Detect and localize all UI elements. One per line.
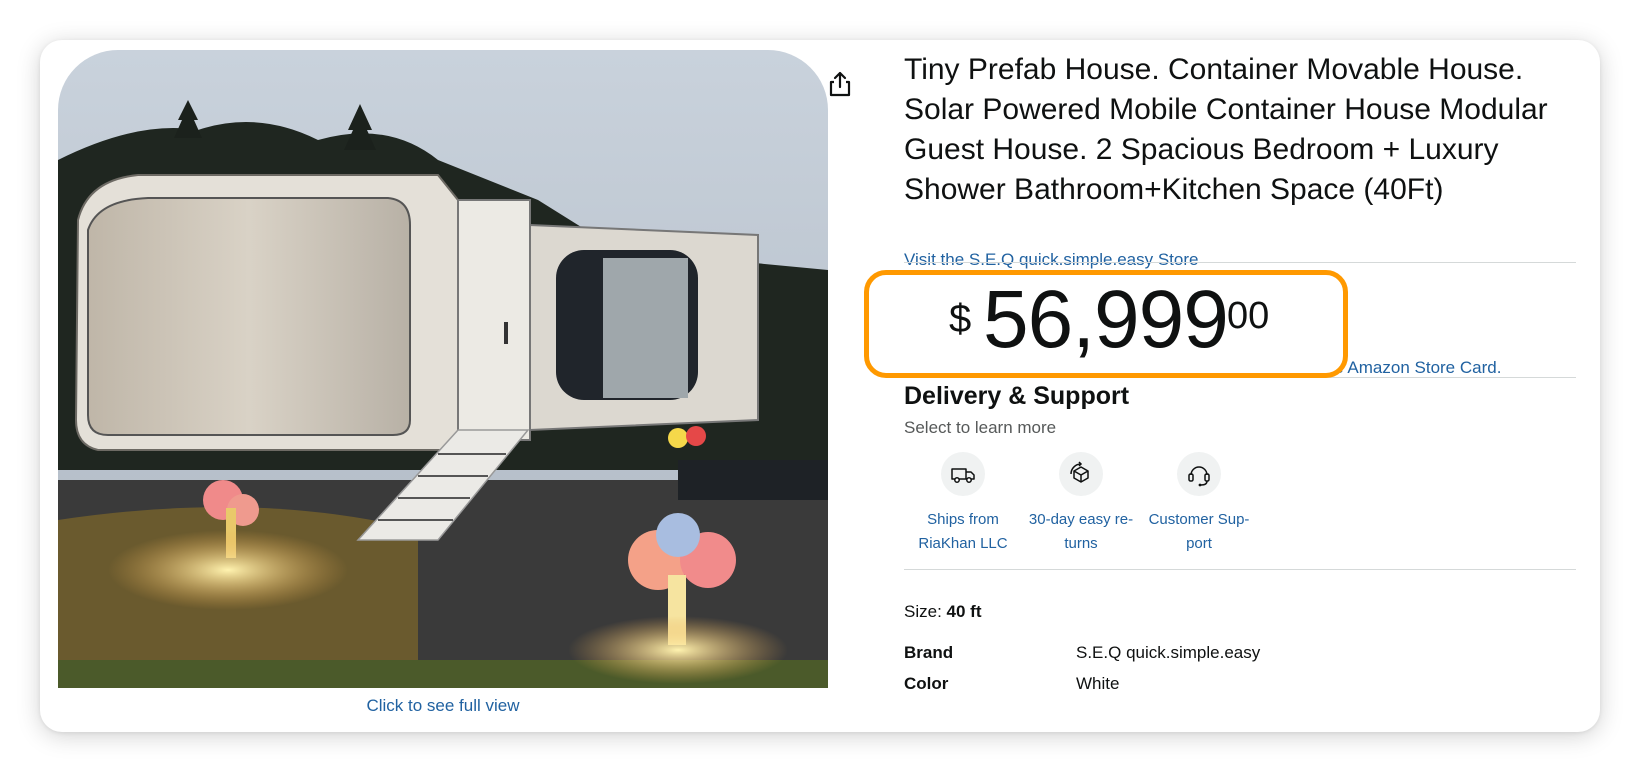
price-symbol: $ — [949, 297, 972, 341]
spec-value-brand: S.E.Q quick.simple.easy — [1076, 643, 1261, 662]
feature-label: Ships from RiaKhan LLC — [918, 511, 1008, 552]
size-selector: Size: 40 ft — [904, 602, 982, 622]
headset-icon — [1177, 452, 1221, 496]
feature-label: 30-day easy re- turns — [1028, 511, 1134, 552]
store-link[interactable]: Visit the S.E.Q quick.simple.easy Store — [904, 250, 1198, 270]
spec-key-brand: Brand — [904, 643, 954, 662]
price-highlight: $ 56,999 00 — [864, 270, 1348, 378]
feature-customer-support[interactable]: Customer Sup- port — [1140, 452, 1258, 556]
divider — [904, 262, 1576, 263]
return-box-icon — [1059, 452, 1103, 496]
product-card: Click to see full view Tiny Prefab House… — [40, 40, 1600, 732]
size-label: Size: — [904, 602, 942, 621]
feature-returns[interactable]: 30-day easy re- turns — [1022, 452, 1140, 556]
feature-label: Customer Sup- port — [1148, 511, 1250, 552]
product-image[interactable] — [58, 50, 828, 688]
share-icon[interactable] — [826, 70, 854, 98]
spec-value-color: White — [1076, 674, 1120, 693]
spec-key-color: Color — [904, 674, 949, 693]
full-view-link[interactable]: Click to see full view — [58, 696, 828, 716]
price-whole: 56,999 — [983, 274, 1229, 365]
delivery-heading: Delivery & Support — [904, 382, 1130, 410]
truck-icon — [941, 452, 985, 496]
feature-ships-from[interactable]: Ships from RiaKhan LLC — [904, 452, 1022, 556]
price-fraction: 00 — [1227, 295, 1270, 337]
delivery-subtitle: Select to learn more — [904, 418, 1057, 437]
product-title: Tiny Prefab House. Container Movable Hou… — [904, 53, 1548, 206]
divider — [904, 569, 1576, 570]
size-value: 40 ft — [946, 602, 982, 621]
